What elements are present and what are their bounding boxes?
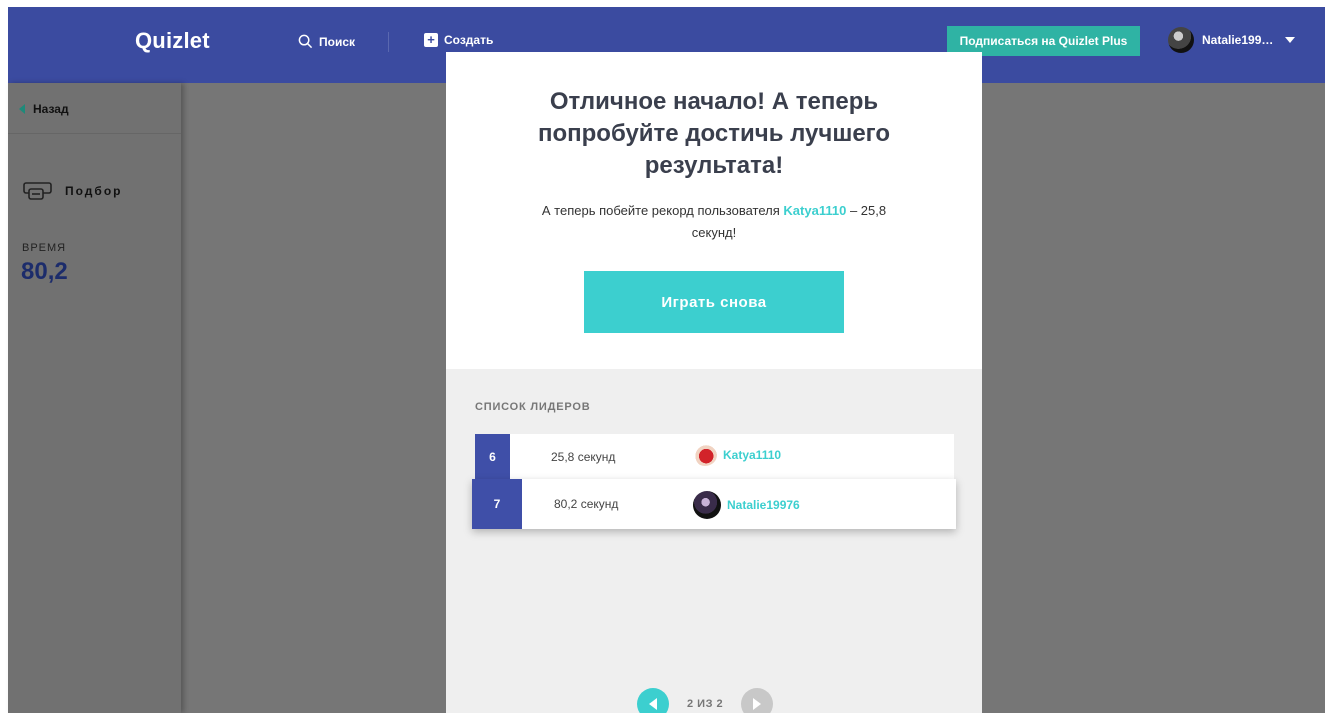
quizlet-logo[interactable]: Quizlet [135, 28, 210, 54]
chevron-left-icon [19, 104, 25, 114]
sidebar-divider [8, 133, 181, 134]
rank-badge: 7 [472, 479, 522, 529]
subtitle-prefix: А теперь побейте рекорд пользователя [541, 203, 780, 218]
sidebar [8, 83, 181, 713]
time-value: 80,2 [21, 258, 68, 285]
modal-title: Отличное начало! А теперь попробуйте дос… [537, 88, 891, 179]
time-label: ВРЕМЯ [22, 242, 67, 254]
pagination: 2 ИЗ 2 [637, 688, 774, 713]
avatar [693, 444, 717, 466]
nav-divider [388, 32, 389, 52]
search-label: Поиск [319, 34, 356, 49]
back-label: Назад [33, 102, 69, 116]
rank-badge: 6 [475, 434, 510, 479]
leaderboard-row: 6 25,8 секунд Katya1110 [475, 434, 954, 479]
chevron-down-icon [1285, 37, 1296, 43]
search-button[interactable]: Поиск [298, 34, 355, 49]
chevron-right-icon [753, 698, 762, 710]
mode-indicator: Подбор [23, 181, 123, 201]
create-button[interactable]: + Создать [424, 33, 493, 47]
match-icon [23, 182, 52, 200]
avatar [693, 491, 721, 519]
search-icon [298, 34, 313, 49]
plus-icon: + [424, 33, 438, 47]
score-value: 25,8 секунд [551, 450, 616, 464]
results-modal: Отличное начало! А теперь попробуйте дос… [446, 52, 982, 713]
leaderboard-row-current: 7 80,2 секунд Natalie19976 [472, 479, 956, 529]
avatar [1168, 27, 1194, 53]
mode-label: Подбор [65, 184, 123, 198]
user-menu[interactable]: Natalie199… [1168, 27, 1296, 53]
player-link[interactable]: Natalie19976 [693, 491, 800, 519]
page-indicator: 2 ИЗ 2 [687, 698, 724, 710]
play-again-button[interactable]: Играть снова [584, 271, 844, 333]
create-label: Создать [444, 33, 494, 47]
leaderboard-title: СПИСОК ЛИДЕРОВ [475, 401, 591, 413]
modal-subtitle: А теперь побейте рекорд пользователя Kat… [524, 200, 904, 244]
player-link[interactable]: Katya1110 [693, 444, 781, 466]
player-name: Katya1110 [723, 448, 782, 462]
back-button[interactable]: Назад [19, 102, 69, 116]
player-name: Natalie19976 [727, 498, 800, 512]
score-value: 80,2 секунд [554, 497, 619, 511]
next-page-button[interactable] [741, 688, 774, 713]
username: Natalie199… [1202, 33, 1274, 47]
browser-topline [0, 0, 1325, 7]
record-user-link[interactable]: Katya1110 [783, 203, 846, 218]
chevron-left-icon [649, 698, 657, 710]
prev-page-button[interactable] [637, 688, 669, 713]
